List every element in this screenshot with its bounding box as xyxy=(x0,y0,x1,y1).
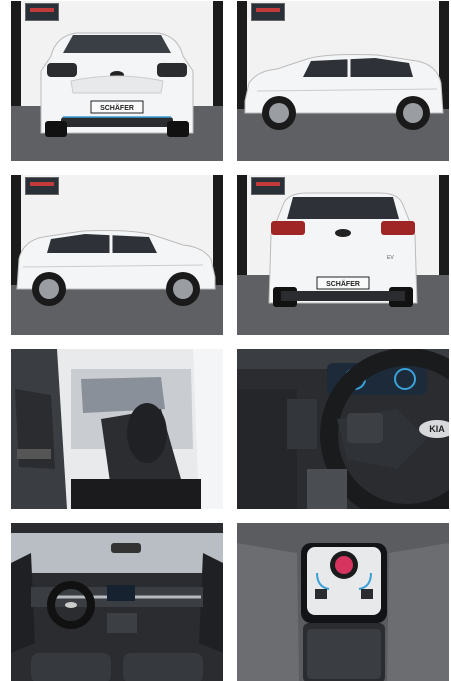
gallery-thumb-side-right[interactable] xyxy=(237,1,449,161)
front-view-image: SCHÄFER xyxy=(11,1,223,161)
gallery-thumb-front[interactable]: SCHÄFER xyxy=(11,1,223,161)
rear-view-image: EV SCHÄFER xyxy=(237,175,449,335)
door-interior-image xyxy=(11,349,223,509)
console-image xyxy=(237,523,449,681)
gallery-thumb-dashboard[interactable] xyxy=(11,523,223,681)
dashboard-image xyxy=(11,523,223,681)
dealer-logo-badge xyxy=(251,177,285,195)
ev-rear-badge: EV xyxy=(387,255,394,261)
dealer-plate-rear: SCHÄFER xyxy=(326,280,360,288)
side-left-view-image xyxy=(11,175,223,335)
steering-image: KIA xyxy=(237,349,449,509)
photo-gallery: SCHÄFER EV SCHÄFER KIA xyxy=(0,0,451,681)
gallery-thumb-side-left[interactable] xyxy=(11,175,223,335)
dealer-logo-badge xyxy=(251,3,285,21)
dealer-plate-front: SCHÄFER xyxy=(100,104,134,112)
gallery-thumb-door-interior[interactable] xyxy=(11,349,223,509)
dealer-logo-badge xyxy=(25,177,59,195)
gallery-thumb-steering[interactable]: KIA xyxy=(237,349,449,509)
gallery-thumb-rear[interactable]: EV SCHÄFER xyxy=(237,175,449,335)
dealer-logo-badge xyxy=(25,3,59,21)
kia-logo-steering: KIA xyxy=(429,424,445,434)
side-right-view-image xyxy=(237,1,449,161)
gallery-thumb-console[interactable] xyxy=(237,523,449,681)
